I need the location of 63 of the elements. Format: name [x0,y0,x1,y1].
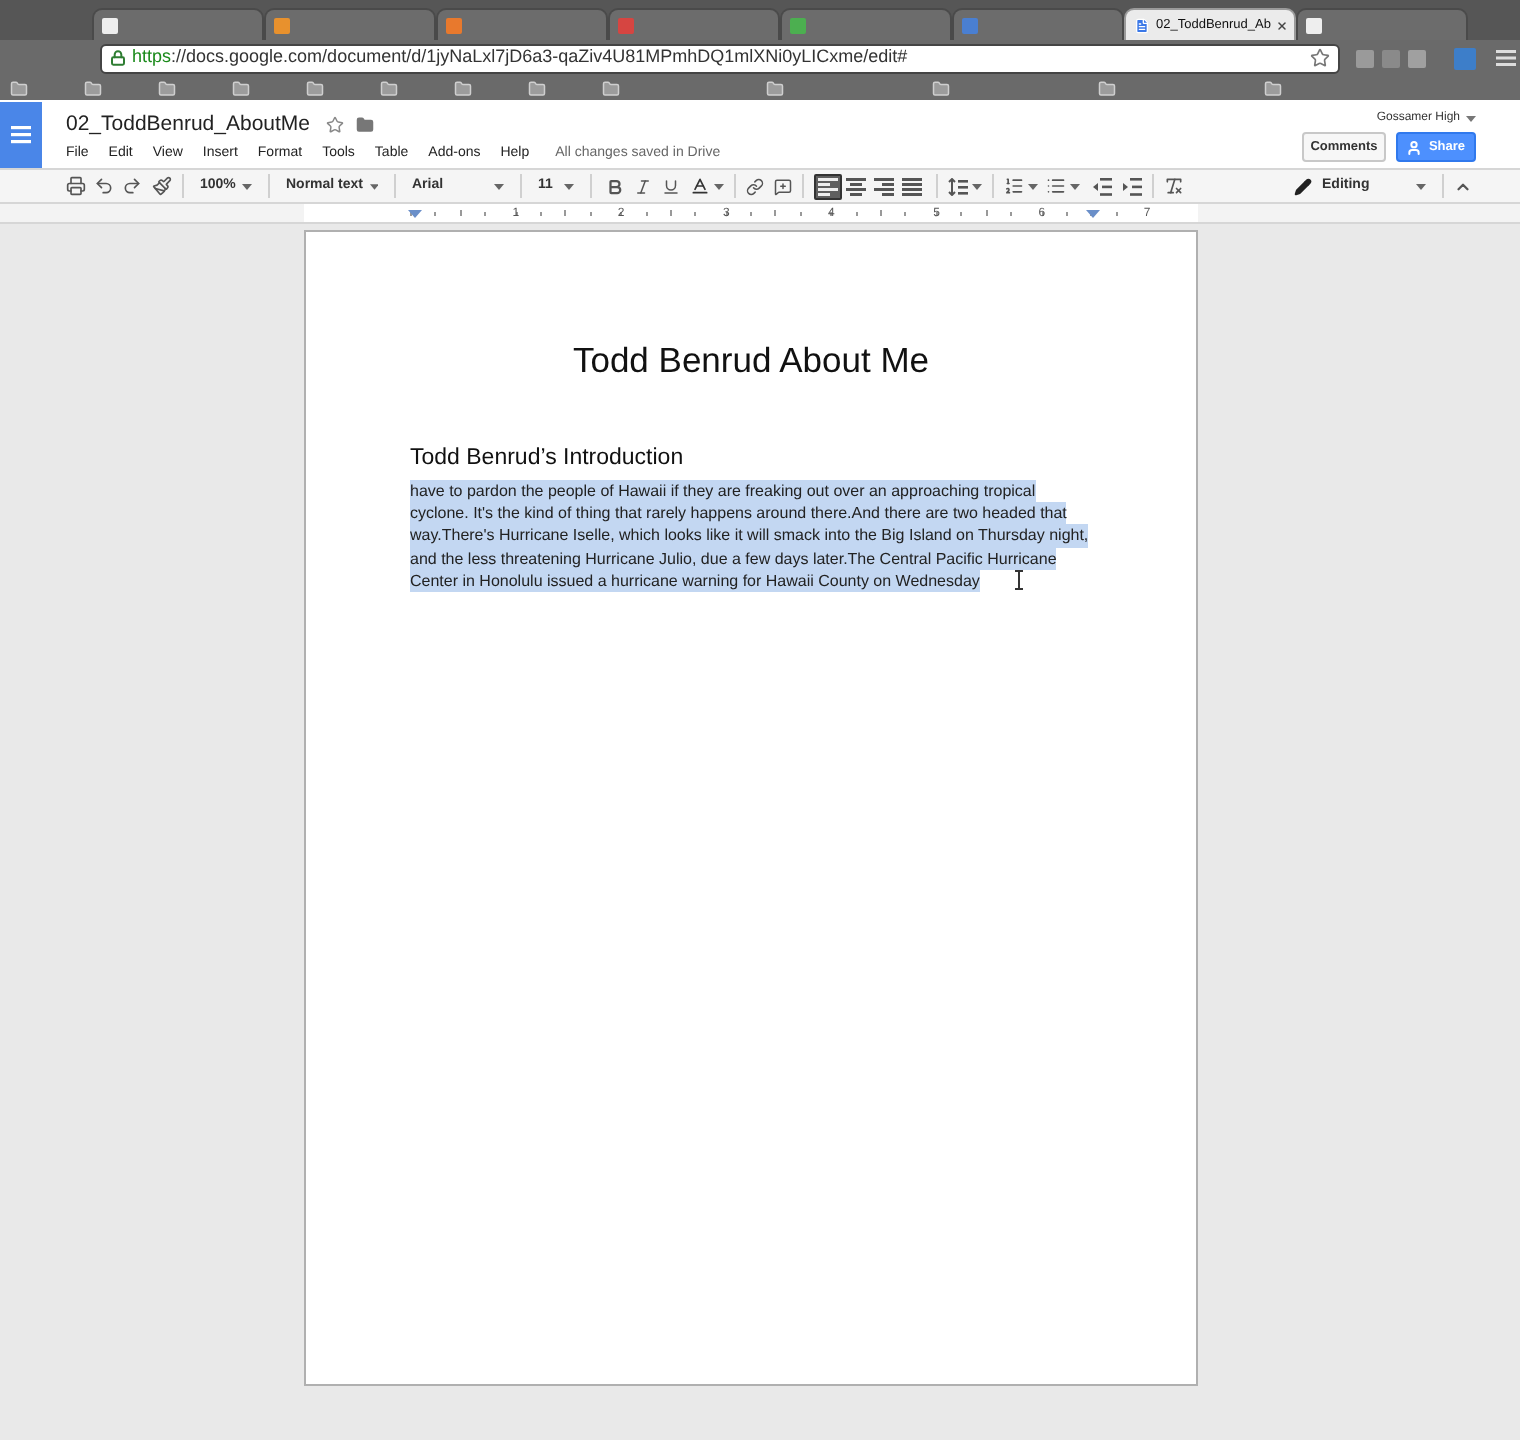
menu-icon[interactable] [1496,50,1516,66]
site-icon [102,17,118,33]
browser-tab[interactable] [780,8,952,40]
folder-icon[interactable] [356,116,375,134]
decrease-indent-icon[interactable] [1092,177,1112,195]
browser-tab[interactable] [264,8,436,40]
caret-icon [1466,116,1476,122]
paint-format-icon[interactable] [152,176,172,196]
site-icon [446,17,462,33]
align-right-icon [874,177,894,195]
numbered-list-icon[interactable] [1004,176,1024,196]
clear-formatting-icon[interactable] [1164,176,1184,196]
site-icon [790,17,806,33]
text-color-icon[interactable] [690,176,710,196]
site-icon [618,17,634,33]
bold-icon[interactable] [606,177,624,195]
browser-tab[interactable] [92,8,264,40]
caret-icon [1028,183,1038,189]
site-icon [1306,17,1322,33]
increase-indent-icon[interactable] [1122,177,1142,195]
caret-icon [1070,183,1080,189]
url-field[interactable]: https://docs.google.com/document/d/1jyNaLxl7jD6a3-qaZiv4U81MPmhDQ1mlXNi0yLICxme/edit# [100,43,1340,73]
caret-icon [972,183,982,189]
align-left-icon [818,177,838,195]
caret-icon [1416,183,1426,189]
bulleted-list-icon[interactable] [1046,176,1066,196]
caret-icon [369,183,378,189]
indent-marker-icon[interactable] [408,210,422,218]
caret-icon [714,183,724,189]
lock-icon [110,50,126,66]
align-center-button[interactable] [842,173,870,199]
pencil-icon [1294,177,1312,195]
bookmark-star-icon[interactable] [1310,48,1330,68]
indent-marker-icon[interactable] [1086,210,1100,218]
document-heading: Todd Benrud’s Introduction [410,444,684,472]
site-icon [962,17,978,33]
align-right-button[interactable] [870,173,898,199]
underline-icon[interactable] [662,177,680,195]
caret-icon [242,183,252,189]
align-center-icon [846,177,866,195]
justify-button[interactable] [898,173,926,199]
star-icon[interactable] [326,116,345,134]
link-icon[interactable] [746,177,764,195]
caret-icon [494,183,504,189]
body-paragraph: have to pardon the people of Hawaii if they are freaking out over an approaching tropical cyclone. It's the kind of thing that rarely happens around there.And there are two headed that way.There's Hurricane Iselle, which looks like it will smack into the Big Island on Thursday night, and the less threatening Hurricane Julio, due a few days later.The Central Pacific Hurricane Center in Honolulu issued a hurricane warning for Hawaii County on Wednesday [410,480,1089,593]
caret-icon [564,183,574,189]
close-icon[interactable] [1276,19,1289,31]
person-icon [1406,139,1423,155]
browser-tab[interactable] [1296,8,1468,40]
undo-icon[interactable] [94,176,114,196]
document-name[interactable]: 02_ToddBenrud_AboutMe [66,109,311,141]
document-icon [1134,17,1150,33]
site-icon [274,17,290,33]
align-justify-icon [902,177,922,195]
docs-logo-icon[interactable] [0,102,42,168]
italic-icon[interactable] [634,177,652,195]
document-title: Todd Benrud About Me [570,340,932,380]
line-spacing-icon[interactable] [948,177,968,195]
redo-icon[interactable] [122,176,142,196]
comment-icon[interactable] [774,177,792,195]
align-left-button[interactable] [814,173,842,199]
print-icon[interactable] [66,176,86,196]
text-cursor-icon [1014,570,1024,590]
